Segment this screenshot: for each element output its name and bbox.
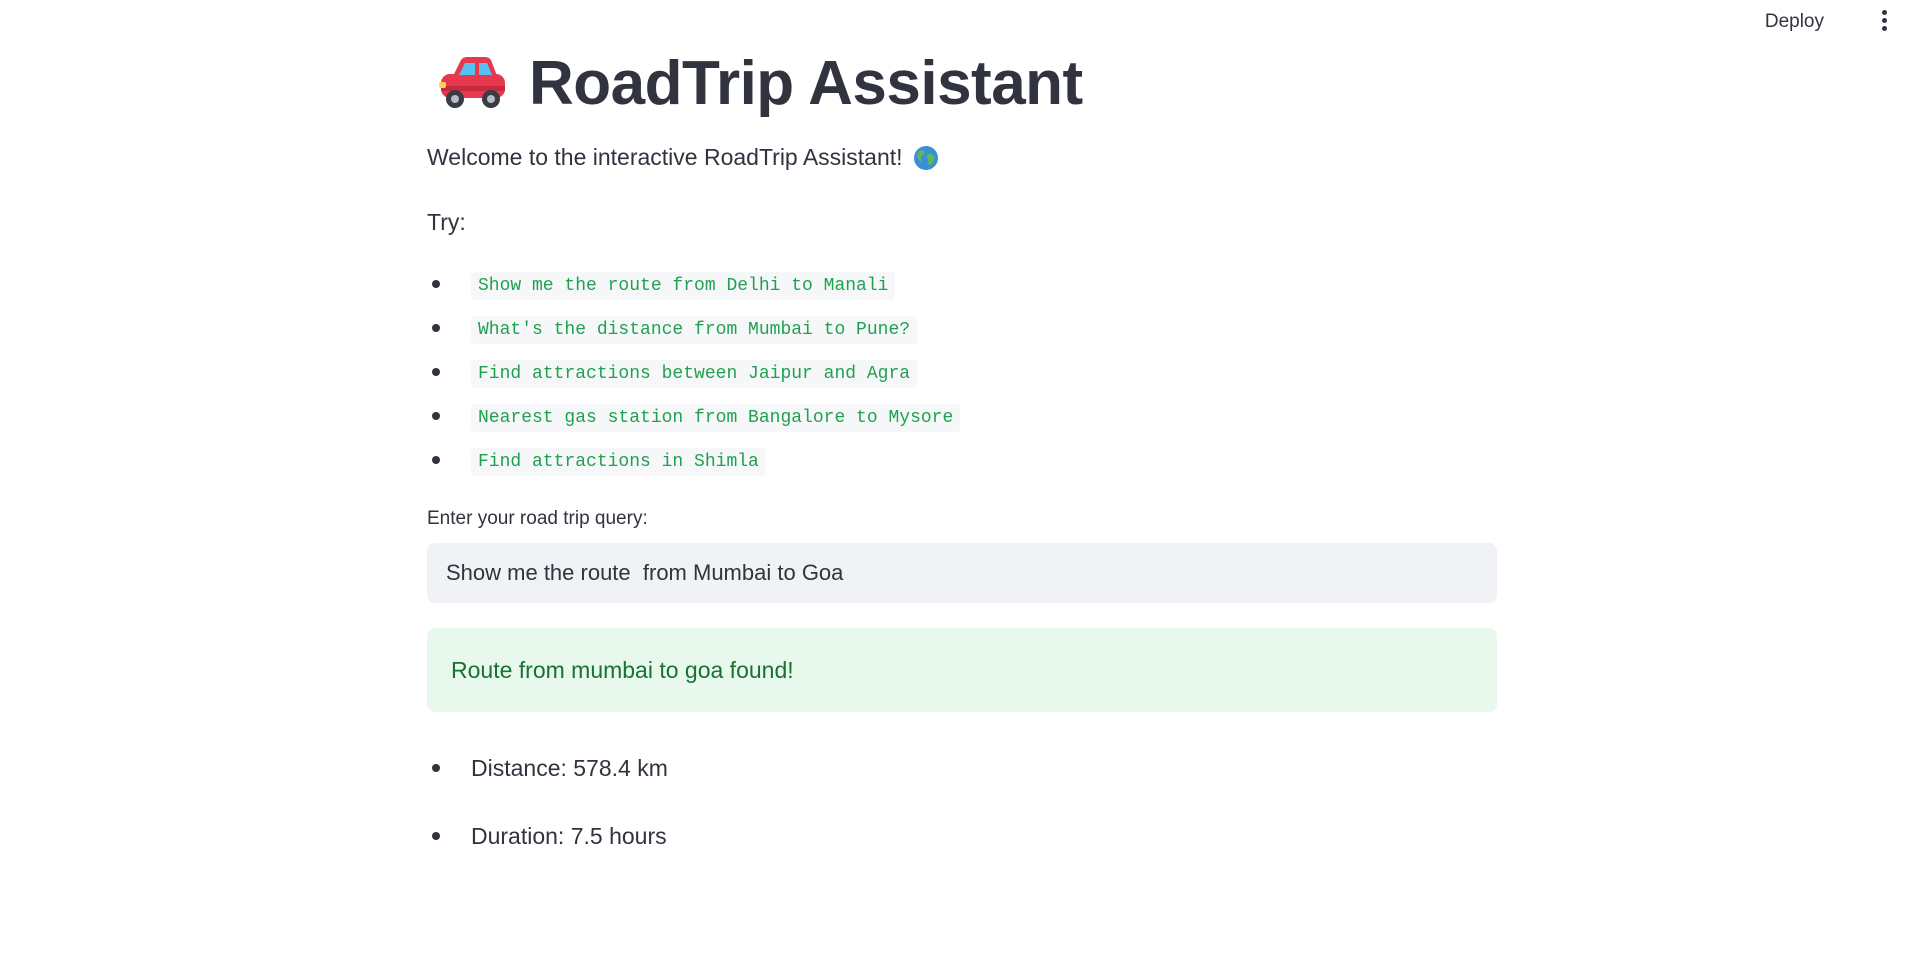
example-query[interactable]: Find attractions between Jaipur and Agra xyxy=(471,360,918,388)
bullet-icon xyxy=(432,764,440,772)
list-item: Duration: 7.5 hours xyxy=(427,802,1497,870)
deploy-button[interactable]: Deploy xyxy=(1757,7,1832,37)
list-item: What's the distance from Mumbai to Pune? xyxy=(427,308,1497,352)
welcome-message: Welcome to the interactive RoadTrip Assi… xyxy=(427,144,1497,171)
welcome-text: Welcome to the interactive RoadTrip Assi… xyxy=(427,144,903,170)
list-item: Nearest gas station from Bangalore to My… xyxy=(427,396,1497,440)
globe-icon xyxy=(913,145,938,170)
page-header: RoadTrip Assistant xyxy=(427,48,1497,118)
bullet-icon xyxy=(432,324,440,332)
bullet-icon xyxy=(432,368,440,376)
success-alert: Route from mumbai to goa found! xyxy=(427,628,1497,712)
success-message: Route from mumbai to goa found! xyxy=(451,656,794,683)
example-query[interactable]: Nearest gas station from Bangalore to My… xyxy=(471,404,961,432)
query-input[interactable] xyxy=(427,543,1497,603)
bullet-icon xyxy=(432,412,440,420)
list-item: Find attractions between Jaipur and Agra xyxy=(427,352,1497,396)
example-query[interactable]: What's the distance from Mumbai to Pune? xyxy=(471,316,918,344)
page-title: RoadTrip Assistant xyxy=(529,48,1083,118)
list-item: Distance: 578.4 km xyxy=(427,734,1497,802)
app-toolbar: Deploy xyxy=(0,0,1912,40)
duration-value: Duration: 7.5 hours xyxy=(471,822,667,849)
query-input-label: Enter your road trip query: xyxy=(427,508,648,529)
bullet-icon xyxy=(432,832,440,840)
main-content: RoadTrip Assistant Welcome to the intera… xyxy=(427,40,1497,870)
distance-value: Distance: 578.4 km xyxy=(471,754,668,781)
example-query[interactable]: Show me the route from Delhi to Manali xyxy=(471,272,896,300)
example-query-list: Show me the route from Delhi to Manali W… xyxy=(427,264,1497,484)
list-item: Show me the route from Delhi to Manali xyxy=(427,264,1497,308)
route-details-list: Distance: 578.4 km Duration: 7.5 hours xyxy=(427,734,1497,870)
bullet-icon xyxy=(432,456,440,464)
try-label: Try: xyxy=(427,209,466,235)
car-icon xyxy=(439,57,505,108)
list-item: Find attractions in Shimla xyxy=(427,440,1497,484)
more-vertical-icon[interactable] xyxy=(1874,8,1894,32)
bullet-icon xyxy=(432,280,440,288)
example-query[interactable]: Find attractions in Shimla xyxy=(471,448,766,476)
